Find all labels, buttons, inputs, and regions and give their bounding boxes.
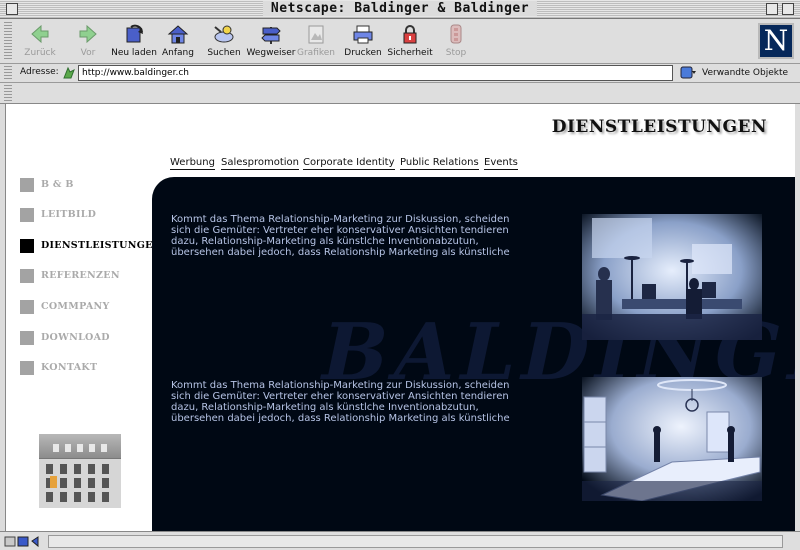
location-bar: Adresse: http://www.baldinger.ch Verwand… <box>0 64 800 83</box>
window-title: Netscape: Baldinger & Baldinger <box>262 1 538 16</box>
sidenav-label: KONTAKT <box>41 362 98 373</box>
guide-icon <box>261 27 281 44</box>
images-icon <box>308 25 324 44</box>
sidenav-marker <box>20 361 34 375</box>
security-button-label: Sicherheit <box>387 48 433 58</box>
search-icon <box>214 25 234 43</box>
zoom-box[interactable] <box>766 3 778 15</box>
sidenav-label: REFERENZEN <box>41 270 120 281</box>
sidenav-label: DOWNLOAD <box>41 332 110 343</box>
topnav-events[interactable]: Events <box>484 157 518 170</box>
stop-button-label: Stop <box>445 48 467 58</box>
security-lock-icon <box>403 25 417 44</box>
sidenav-label: B & B <box>41 179 74 190</box>
sidenav-label: COMMPANY <box>41 301 110 312</box>
related-objects-label[interactable]: Verwandte Objekte <box>702 68 788 78</box>
navigation-toolbar: Zurück Vor Neu laden Anfang Suchen Wegwe… <box>0 19 800 64</box>
sidenav-marker <box>20 300 34 314</box>
topnav-werbung[interactable]: Werbung <box>170 157 215 170</box>
home-button-label: Anfang <box>162 48 194 58</box>
personal-toolbar <box>0 83 800 104</box>
sidenav-marker <box>20 331 34 345</box>
sidenav-label: DIENSTLEISTUNGEN <box>41 240 162 251</box>
back-arrow-icon <box>31 24 49 44</box>
status-message-field <box>48 535 783 548</box>
stop-icon <box>450 24 462 44</box>
toolbar-grip[interactable] <box>4 22 12 60</box>
netscape-logo[interactable]: N <box>758 23 794 59</box>
sidenav-marker <box>20 208 34 222</box>
url-input[interactable]: http://www.baldinger.ch <box>78 65 673 81</box>
security-status-icon[interactable] <box>4 535 44 548</box>
page-heading: DIENSTLEISTUNGEN <box>551 117 767 137</box>
status-bar <box>0 531 800 550</box>
print-icon <box>353 25 373 44</box>
back-button[interactable]: Zurück <box>14 21 66 61</box>
personal-toolbar-grip[interactable] <box>4 85 12 102</box>
vertical-scrollbar[interactable] <box>795 104 800 531</box>
page-proxy-icon[interactable] <box>62 66 76 80</box>
service-paragraph-2: Kommt das Thema Relationship-Marketing z… <box>171 380 510 424</box>
home-icon <box>167 25 189 44</box>
back-button-label: Zurück <box>24 48 56 58</box>
close-box[interactable] <box>6 3 18 15</box>
conference-room-photo <box>582 377 762 501</box>
topnav-corporate-identity[interactable]: Corporate Identity <box>303 157 395 170</box>
forward-button-label: Vor <box>80 48 96 58</box>
building-illustration <box>39 434 121 508</box>
search-button[interactable]: Suchen <box>198 21 250 61</box>
forward-button[interactable]: Vor <box>62 21 114 61</box>
forward-arrow-icon <box>79 24 97 44</box>
security-button[interactable]: Sicherheit <box>384 21 436 61</box>
topnav-salespromotion[interactable]: Salespromotion <box>221 157 299 170</box>
sidenav-marker <box>20 178 34 192</box>
related-objects-icon[interactable] <box>680 66 696 80</box>
service-paragraph-1: Kommt das Thema Relationship-Marketing z… <box>171 214 510 258</box>
reload-icon <box>126 24 143 43</box>
home-button[interactable]: Anfang <box>152 21 204 61</box>
sidenav-marker <box>20 269 34 283</box>
collapse-box[interactable] <box>782 3 794 15</box>
search-button-label: Suchen <box>207 48 241 58</box>
page-content: DIENSTLEISTUNGEN Werbung Salespromotion … <box>5 104 795 531</box>
print-button-label: Drucken <box>344 48 382 58</box>
sidenav-marker <box>20 239 34 253</box>
images-button[interactable]: Grafiken <box>290 21 342 61</box>
topnav-public-relations[interactable]: Public Relations <box>400 157 479 170</box>
office-photo-1 <box>582 214 762 340</box>
address-label: Adresse: <box>20 67 59 77</box>
print-button[interactable]: Drucken <box>337 21 389 61</box>
images-button-label: Grafiken <box>297 48 335 58</box>
title-bar[interactable]: Netscape: Baldinger & Baldinger <box>0 0 800 19</box>
sidenav-label: LEITBILD <box>41 209 97 220</box>
content-panel: BALDINGER Kommt das Thema Relationship-M… <box>152 177 795 531</box>
location-grip[interactable] <box>4 66 12 81</box>
stop-button[interactable]: Stop <box>430 21 482 61</box>
